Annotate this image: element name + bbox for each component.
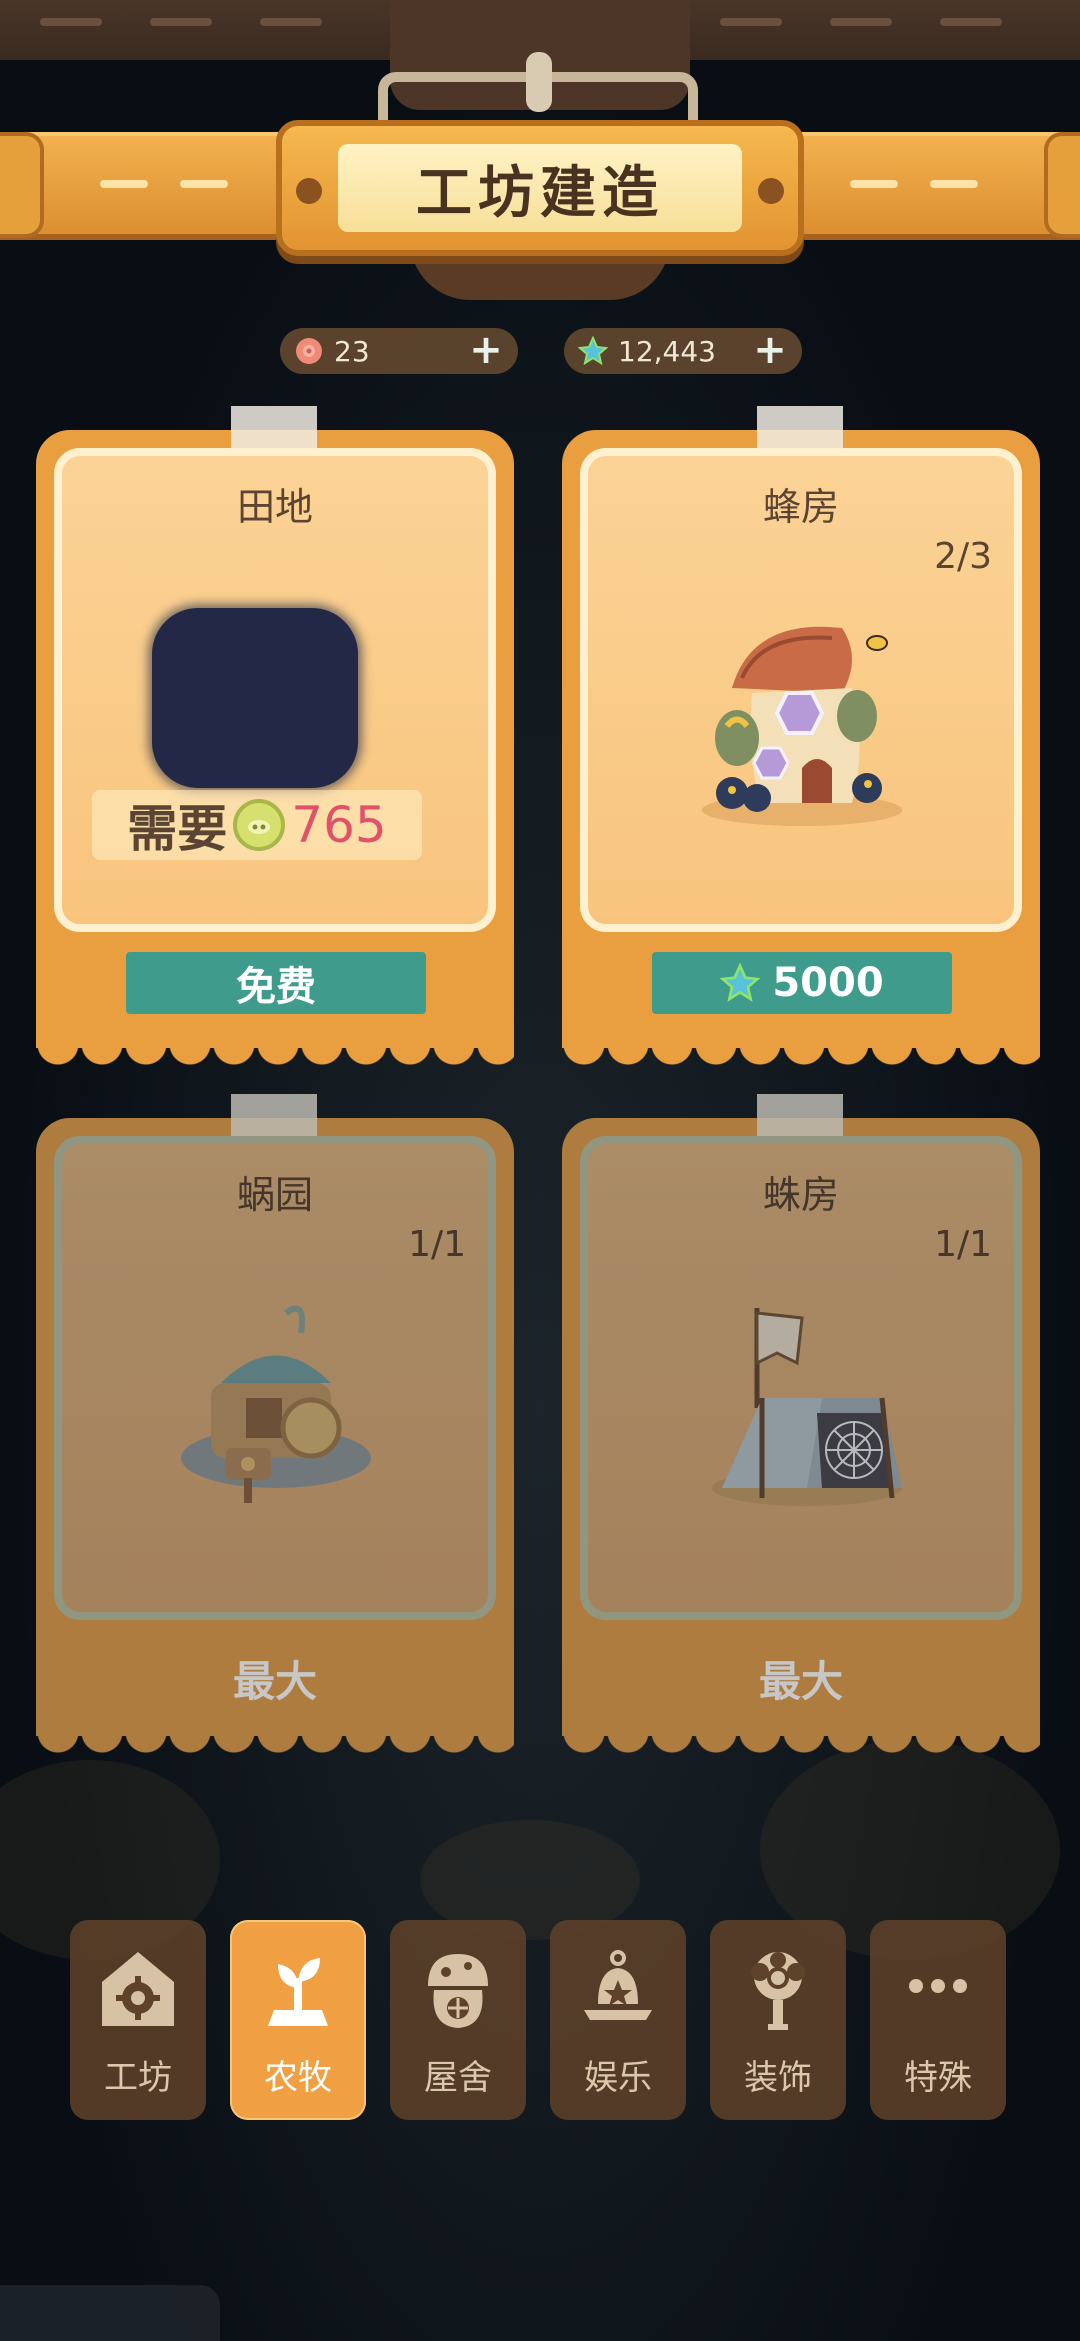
currency-pill-flower: 23 +	[280, 328, 518, 374]
tab-label: 工坊	[104, 2058, 172, 2098]
currency-pill-gem: 12,443 +	[564, 328, 802, 374]
add-currency-button[interactable]: +	[752, 330, 788, 370]
snail-garden-building-image	[181, 1305, 371, 1503]
tab-label: 屋舍	[424, 2058, 492, 2098]
page-title: 工坊建造	[338, 144, 742, 232]
bottom-corner-bar	[0, 2285, 220, 2341]
max-label: 最大	[232, 1657, 317, 1706]
build-workshop-screen: 工坊建造 23 + 12,443 + 田地 需要 765 免费 蜂房 2/3 5…	[0, 0, 1080, 2341]
card-title: 田地	[236, 485, 313, 529]
mushroom-house-icon	[428, 1954, 488, 2028]
tab-label: 特殊	[904, 2058, 972, 2098]
max-label: 最大	[758, 1657, 843, 1706]
build-card-beehive[interactable]: 蜂房 2/3 5000	[562, 406, 1040, 1068]
star-gem-icon	[578, 336, 608, 366]
sprout-icon	[268, 1958, 328, 2026]
tab-special[interactable]: 特殊	[870, 1920, 1006, 2120]
build-count: 2/3	[934, 536, 992, 577]
tab-decoration[interactable]: 装饰	[710, 1920, 846, 2120]
gear-house-icon	[102, 1952, 174, 2026]
spider-house-building-image	[712, 1308, 902, 1506]
flower-lamp-icon	[751, 1952, 805, 2030]
card-title: 蜗园	[236, 1173, 313, 1217]
bell-icon	[584, 1950, 652, 2020]
card-title: 蛛房	[762, 1173, 839, 1217]
card-scallop	[36, 1734, 514, 1756]
add-currency-button[interactable]: +	[468, 330, 504, 370]
buy-with-gems-button[interactable]: 5000	[652, 952, 952, 1014]
free-button[interactable]: 免费	[126, 952, 426, 1014]
need-value: 765	[291, 796, 387, 854]
tab-workshop[interactable]: 工坊	[70, 1920, 206, 2120]
card-scallop	[562, 1734, 1040, 1756]
build-card-spider-house: 蛛房 1/1 最大	[562, 1094, 1040, 1756]
currency-value: 12,443	[618, 334, 716, 368]
belt-end-right	[1044, 132, 1080, 238]
tab-label: 装饰	[744, 2058, 812, 2098]
card-scallop	[36, 1046, 514, 1068]
card-title: 蜂房	[762, 485, 839, 529]
tab-housing[interactable]: 屋舍	[390, 1920, 526, 2120]
beehive-building-image	[702, 626, 902, 826]
pig-coin-icon	[233, 799, 286, 851]
card-scallop	[562, 1046, 1040, 1068]
build-card-snail-garden: 蜗园 1/1 最大	[36, 1094, 514, 1756]
price-value: 5000	[772, 960, 884, 1006]
more-dots-icon	[909, 1979, 967, 1993]
star-gem-icon	[720, 963, 761, 1002]
tab-farming[interactable]: 农牧	[230, 1920, 366, 2120]
build-card-field[interactable]: 田地 需要 765 免费	[36, 406, 514, 1068]
currency-value: 23	[334, 334, 370, 368]
buckle-pin	[526, 52, 552, 112]
need-label: 需要	[127, 800, 228, 858]
belt-end-left	[0, 132, 44, 238]
field-plot-image	[152, 608, 358, 788]
title-plate: 工坊建造	[276, 120, 804, 256]
tab-entertainment[interactable]: 娱乐	[550, 1920, 686, 2120]
tab-label: 农牧	[264, 2058, 332, 2098]
flower-token-icon	[296, 338, 322, 364]
tab-label: 娱乐	[584, 2058, 652, 2098]
requirement-row: 需要 765	[92, 790, 422, 860]
build-count: 1/1	[934, 1224, 992, 1265]
build-count: 1/1	[408, 1224, 466, 1265]
